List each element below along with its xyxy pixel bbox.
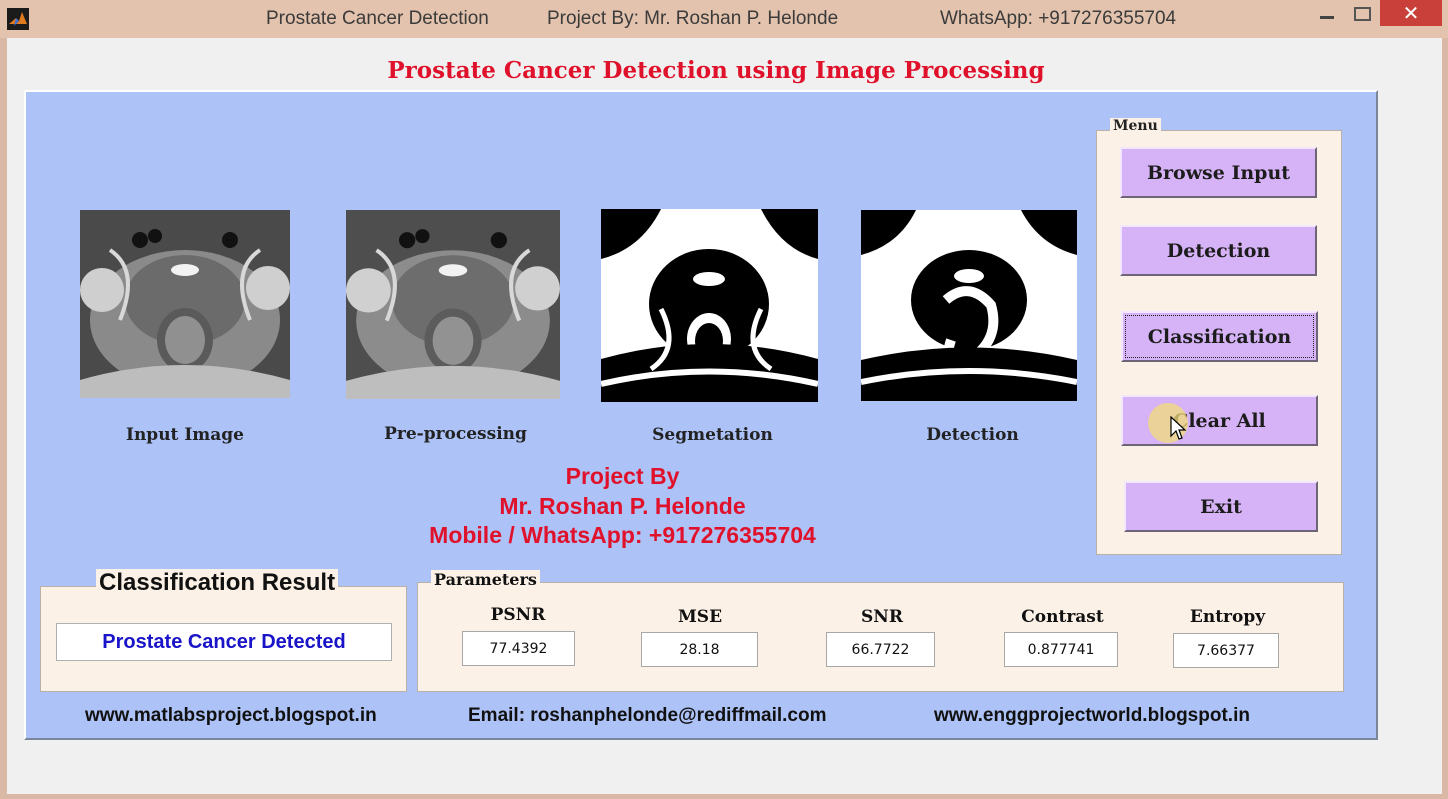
page-title: Prostate Cancer Detection using Image Pr… xyxy=(387,57,1045,84)
project-by-heading: Project By xyxy=(565,463,680,489)
parameters-title: Parameters xyxy=(431,570,540,589)
snr-field: 66.7722 xyxy=(826,632,935,667)
psnr-field: 77.4392 xyxy=(462,631,575,666)
project-info: Project By Mr. Roshan P. Helonde Mobile … xyxy=(395,462,850,551)
segmentation-label: Segmetation xyxy=(652,425,773,445)
snr-label: SNR xyxy=(861,607,903,627)
classification-result-title: Classification Result xyxy=(96,569,339,597)
footer-website-left: www.matlabsproject.blogspot.in xyxy=(85,705,377,726)
matlab-icon xyxy=(7,8,29,30)
minimize-button[interactable] xyxy=(1312,0,1342,28)
mse-label: MSE xyxy=(677,607,723,627)
window-title: Prostate Cancer Detection xyxy=(266,8,489,29)
mouse-cursor-icon xyxy=(1170,416,1186,440)
project-contact: Mobile / WhatsApp: +917276355704 xyxy=(429,522,816,548)
project-author: Mr. Roshan P. Helonde xyxy=(499,492,746,519)
psnr-label: PSNR xyxy=(490,605,546,625)
menu-title: Menu xyxy=(1110,118,1161,134)
preprocessed-image xyxy=(346,210,560,399)
input-image xyxy=(80,210,290,398)
classification-result-value: Prostate Cancer Detected xyxy=(56,623,392,661)
classification-button[interactable]: Classification xyxy=(1121,311,1318,362)
window-project-by: Project By: Mr. Roshan P. Helonde xyxy=(547,8,839,29)
detection-image xyxy=(861,210,1077,401)
contrast-field: 0.877741 xyxy=(1004,632,1118,667)
entropy-label: Entropy xyxy=(1189,607,1266,627)
maximize-button[interactable] xyxy=(1347,0,1377,28)
close-button[interactable]: ✕ xyxy=(1380,0,1442,26)
footer-email: Email: roshanphelonde@rediffmail.com xyxy=(468,705,827,726)
detection-button[interactable]: Detection xyxy=(1120,225,1317,276)
detection-label: Detection xyxy=(926,425,1019,445)
title-bar: Prostate Cancer Detection Project By: Mr… xyxy=(0,0,1448,38)
contrast-label: Contrast xyxy=(1021,607,1104,627)
footer-website-right: www.enggprojectworld.blogspot.in xyxy=(934,705,1250,726)
segmentation-image xyxy=(601,209,818,402)
window-whatsapp: WhatsApp: +917276355704 xyxy=(940,8,1177,29)
browse-input-button[interactable]: Browse Input xyxy=(1120,147,1317,198)
preprocessing-label: Pre-processing xyxy=(384,424,527,444)
mse-field: 28.18 xyxy=(641,632,758,667)
input-image-label: Input Image xyxy=(126,425,244,445)
exit-button[interactable]: Exit xyxy=(1124,481,1318,532)
entropy-field: 7.66377 xyxy=(1173,633,1279,668)
close-icon: ✕ xyxy=(1402,1,1420,25)
